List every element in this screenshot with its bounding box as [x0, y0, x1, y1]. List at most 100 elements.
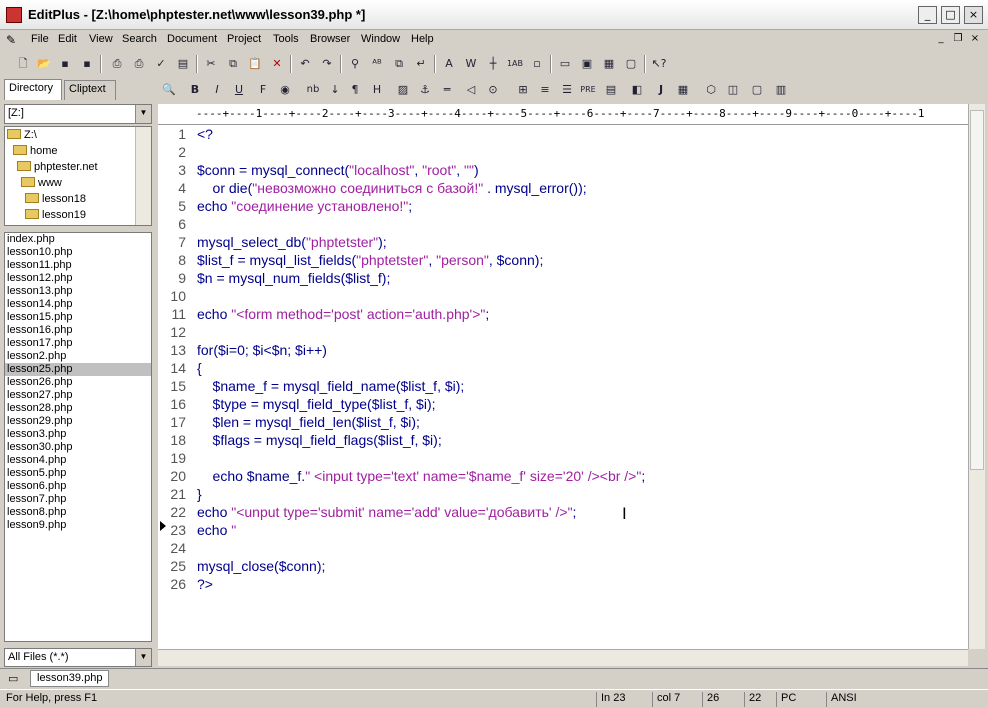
- file-list-item[interactable]: lesson13.php: [5, 285, 151, 298]
- script-icon[interactable]: ◧: [628, 81, 646, 99]
- tree-node[interactable]: lesson19: [25, 209, 86, 221]
- output-window-icon[interactable]: ▢: [622, 55, 640, 73]
- undo-icon[interactable]: ↶: [296, 55, 314, 73]
- find-icon[interactable]: ⚲: [346, 55, 364, 73]
- goto-line-icon[interactable]: ↵: [412, 55, 430, 73]
- frame-icon[interactable]: ▢: [748, 81, 766, 99]
- menu-document[interactable]: Document: [167, 33, 217, 45]
- code-line[interactable]: 15 $name_f = mysql_field_name($list_f, $…: [158, 377, 968, 395]
- pre-icon[interactable]: PRE: [579, 81, 597, 99]
- file-list-item[interactable]: lesson3.php: [5, 428, 151, 441]
- code-line[interactable]: 12: [158, 323, 968, 341]
- underline-icon[interactable]: U: [230, 81, 248, 99]
- link-icon[interactable]: ⊙: [484, 81, 502, 99]
- italic-icon[interactable]: I: [208, 81, 226, 99]
- code-line[interactable]: 7 mysql_select_db("phptetster");: [158, 233, 968, 251]
- line-number-icon[interactable]: 1AB: [506, 55, 524, 73]
- code-line[interactable]: 24: [158, 539, 968, 557]
- tree-node[interactable]: home: [13, 145, 58, 157]
- code-line[interactable]: 11 echo "<form method='post' action='auth…: [158, 305, 968, 323]
- menu-file[interactable]: File: [31, 33, 49, 45]
- maximize-button[interactable]: □: [941, 6, 960, 24]
- code-line[interactable]: 22 echo "<unput type='submit' name='add' …: [158, 503, 968, 521]
- ruler-icon[interactable]: ┼: [484, 55, 502, 73]
- file-list-item[interactable]: lesson15.php: [5, 311, 151, 324]
- menu-view[interactable]: View: [89, 33, 113, 45]
- file-list-item[interactable]: lesson27.php: [5, 389, 151, 402]
- window-tile-icon[interactable]: ▭: [556, 55, 574, 73]
- file-list-item[interactable]: lesson17.php: [5, 337, 151, 350]
- layout-icon[interactable]: ▥: [772, 81, 790, 99]
- code-line[interactable]: 5 echo "соединение установлено!";: [158, 197, 968, 215]
- find-in-files-icon[interactable]: ⧉: [390, 55, 408, 73]
- editor-horizontal-scrollbar[interactable]: [158, 649, 968, 666]
- code-line[interactable]: 23 echo ": [158, 521, 968, 539]
- minimize-button[interactable]: _: [918, 6, 937, 24]
- word-wrap-icon[interactable]: W: [462, 55, 480, 73]
- file-list-item[interactable]: lesson7.php: [5, 493, 151, 506]
- code-line[interactable]: 25 mysql_close($conn);: [158, 557, 968, 575]
- toolbar-option-icon[interactable]: ◫: [724, 81, 742, 99]
- chevron-down-icon[interactable]: ▼: [135, 649, 151, 666]
- menu-help[interactable]: Help: [411, 33, 434, 45]
- scroll-thumb[interactable]: [970, 110, 984, 470]
- color-icon[interactable]: ◉: [276, 81, 294, 99]
- tree-scrollbar[interactable]: [135, 127, 151, 225]
- delete-icon[interactable]: ✕: [268, 55, 286, 73]
- file-list-item[interactable]: lesson9.php: [5, 519, 151, 532]
- file-list-item[interactable]: lesson4.php: [5, 454, 151, 467]
- tab-directory[interactable]: Directory: [4, 79, 62, 100]
- code-line[interactable]: 16 $type = mysql_field_type($list_f, $i)…: [158, 395, 968, 413]
- code-line[interactable]: 10: [158, 287, 968, 305]
- copy-icon[interactable]: ⧉: [224, 55, 242, 73]
- file-list-item[interactable]: lesson10.php: [5, 246, 151, 259]
- tree-node[interactable]: www: [21, 177, 62, 189]
- heading-icon[interactable]: H: [368, 81, 386, 99]
- code-line[interactable]: 1 <?: [158, 125, 968, 143]
- code-line[interactable]: 8 $list_f = mysql_list_fields("phptetster…: [158, 251, 968, 269]
- menu-search[interactable]: Search: [122, 33, 157, 45]
- file-list-item[interactable]: lesson11.php: [5, 259, 151, 272]
- nbsp-icon[interactable]: nb: [304, 81, 322, 99]
- table-icon[interactable]: ⊞: [514, 81, 532, 99]
- file-list-item[interactable]: lesson5.php: [5, 467, 151, 480]
- code-line[interactable]: 14 {: [158, 359, 968, 377]
- javascript-icon[interactable]: J: [652, 81, 670, 99]
- file-list-item[interactable]: lesson25.php: [5, 363, 151, 376]
- code-line[interactable]: 13 for($i=0; $i<$n; $i++): [158, 341, 968, 359]
- br-icon[interactable]: ↓: [326, 81, 344, 99]
- new-file-icon[interactable]: 🗋: [14, 55, 32, 73]
- code-line[interactable]: 21}: [158, 485, 968, 503]
- replace-icon[interactable]: ᴬᴮ: [368, 55, 386, 73]
- code-line[interactable]: 20 echo $name_f." <input type='text' nam…: [158, 467, 968, 485]
- menu-browser[interactable]: Browser: [310, 33, 350, 45]
- drive-select[interactable]: [Z:] ▼: [4, 104, 152, 124]
- code-line[interactable]: 18 $flags = mysql_field_flags($list_f, $…: [158, 431, 968, 449]
- css-icon[interactable]: ▦: [674, 81, 692, 99]
- file-list-item[interactable]: lesson14.php: [5, 298, 151, 311]
- code-line[interactable]: 4 or die("невозможно соединиться с базой…: [158, 179, 968, 197]
- print-icon[interactable]: ⎙: [130, 55, 148, 73]
- close-button[interactable]: ×: [964, 6, 983, 24]
- redo-icon[interactable]: ↷: [318, 55, 336, 73]
- code-line[interactable]: 17 $len = mysql_field_len($list_f, $i);: [158, 413, 968, 431]
- paste-icon[interactable]: 📋: [246, 55, 264, 73]
- open-file-icon[interactable]: 📂: [35, 55, 53, 73]
- doc-menu-icon[interactable]: ✎: [6, 33, 16, 47]
- hr-icon[interactable]: ═: [438, 81, 456, 99]
- font-icon[interactable]: A: [440, 55, 458, 73]
- code-line[interactable]: 6: [158, 215, 968, 233]
- form-icon[interactable]: ▤: [602, 81, 620, 99]
- menu-project[interactable]: Project: [227, 33, 261, 45]
- tree-node[interactable]: lesson18: [25, 193, 86, 205]
- help-pointer-icon[interactable]: ↖?: [650, 55, 668, 73]
- list-icon[interactable]: ☰: [558, 81, 576, 99]
- file-list-item[interactable]: lesson30.php: [5, 441, 151, 454]
- comment-icon[interactable]: ◁: [462, 81, 480, 99]
- menu-window[interactable]: Window: [361, 33, 400, 45]
- toggle-icon[interactable]: ▫: [528, 55, 546, 73]
- file-list-item[interactable]: lesson26.php: [5, 376, 151, 389]
- anchor-icon[interactable]: ⚓: [416, 81, 434, 99]
- image-icon[interactable]: ▨: [394, 81, 412, 99]
- mdi-close-icon[interactable]: ×: [968, 32, 982, 46]
